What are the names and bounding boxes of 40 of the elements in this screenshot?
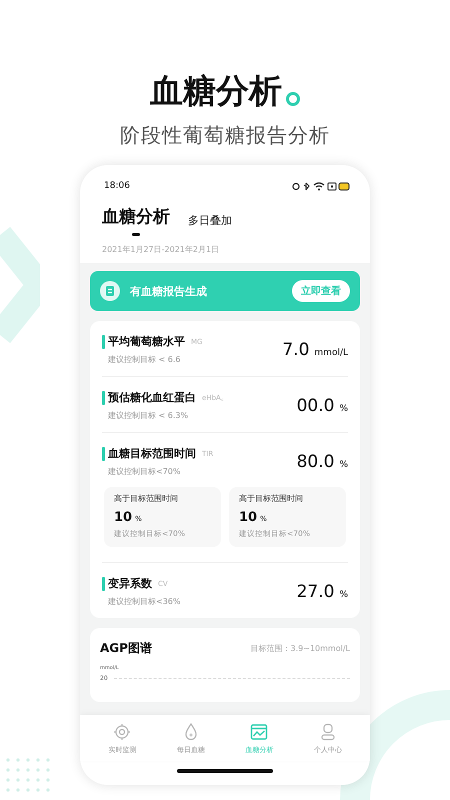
- target-text: 建议控制目标<36%: [108, 596, 180, 607]
- accent-bar: [102, 576, 105, 590]
- promo-title: 血糖分析: [150, 70, 282, 112]
- metric-value: 80.0: [296, 452, 334, 472]
- target-text: 建议控制目标 < 6.3%: [108, 410, 190, 421]
- chart-window-icon: [250, 723, 268, 741]
- accent-bar: [102, 390, 105, 404]
- sub-stat-title: 高于目标范围时间: [114, 493, 179, 504]
- metric-title: 血糖目标范围时间: [108, 446, 196, 461]
- metric-title: 变异系数: [108, 576, 152, 591]
- metric-title: 平均葡萄糖水平: [108, 334, 185, 349]
- accent-bar: [102, 446, 105, 460]
- status-time: 18:06: [104, 181, 130, 191]
- person-icon: [318, 723, 337, 741]
- target-text: 建议控制目标<70%: [108, 466, 182, 477]
- metric-value: 27.0: [296, 582, 334, 602]
- date-range: 2021年1月27日-2021年2月1日: [101, 244, 220, 256]
- sub-stat-value: 10: [114, 510, 132, 525]
- metric-value: 00.0: [296, 396, 334, 416]
- metric-value: 7.0: [282, 340, 310, 360]
- metric-title: 预估糖化血红蛋白: [108, 390, 196, 405]
- promo-subtitle: 阶段性葡萄糖报告分析: [120, 122, 330, 149]
- sub-stat-title: 高于目标范围时间: [239, 493, 304, 504]
- metric-unit: mmol/L: [314, 348, 348, 358]
- accent-bar: [102, 334, 105, 348]
- clipboard-icon: [100, 281, 120, 301]
- dot-icon: [286, 92, 300, 106]
- view-now-button[interactable]: 立即查看: [292, 280, 350, 302]
- metric-unit: %: [339, 404, 348, 414]
- metric-unit: %: [339, 590, 348, 600]
- target-range: 目标范围：3.9~10mmol/L: [250, 643, 350, 654]
- banner-text: 有血糖报告生成: [130, 284, 208, 298]
- target-text: 建议控制目标 < 6.6: [108, 354, 182, 365]
- target-icon: [113, 723, 132, 741]
- status-icons: [292, 182, 350, 190]
- sub-stat-value: 10: [239, 510, 258, 525]
- tab[interactable]: 血糖分析: [102, 205, 170, 236]
- agp-title: AGP图谱: [100, 640, 152, 657]
- metric-unit: %: [339, 460, 348, 470]
- tab[interactable]: 多日叠加: [188, 213, 232, 236]
